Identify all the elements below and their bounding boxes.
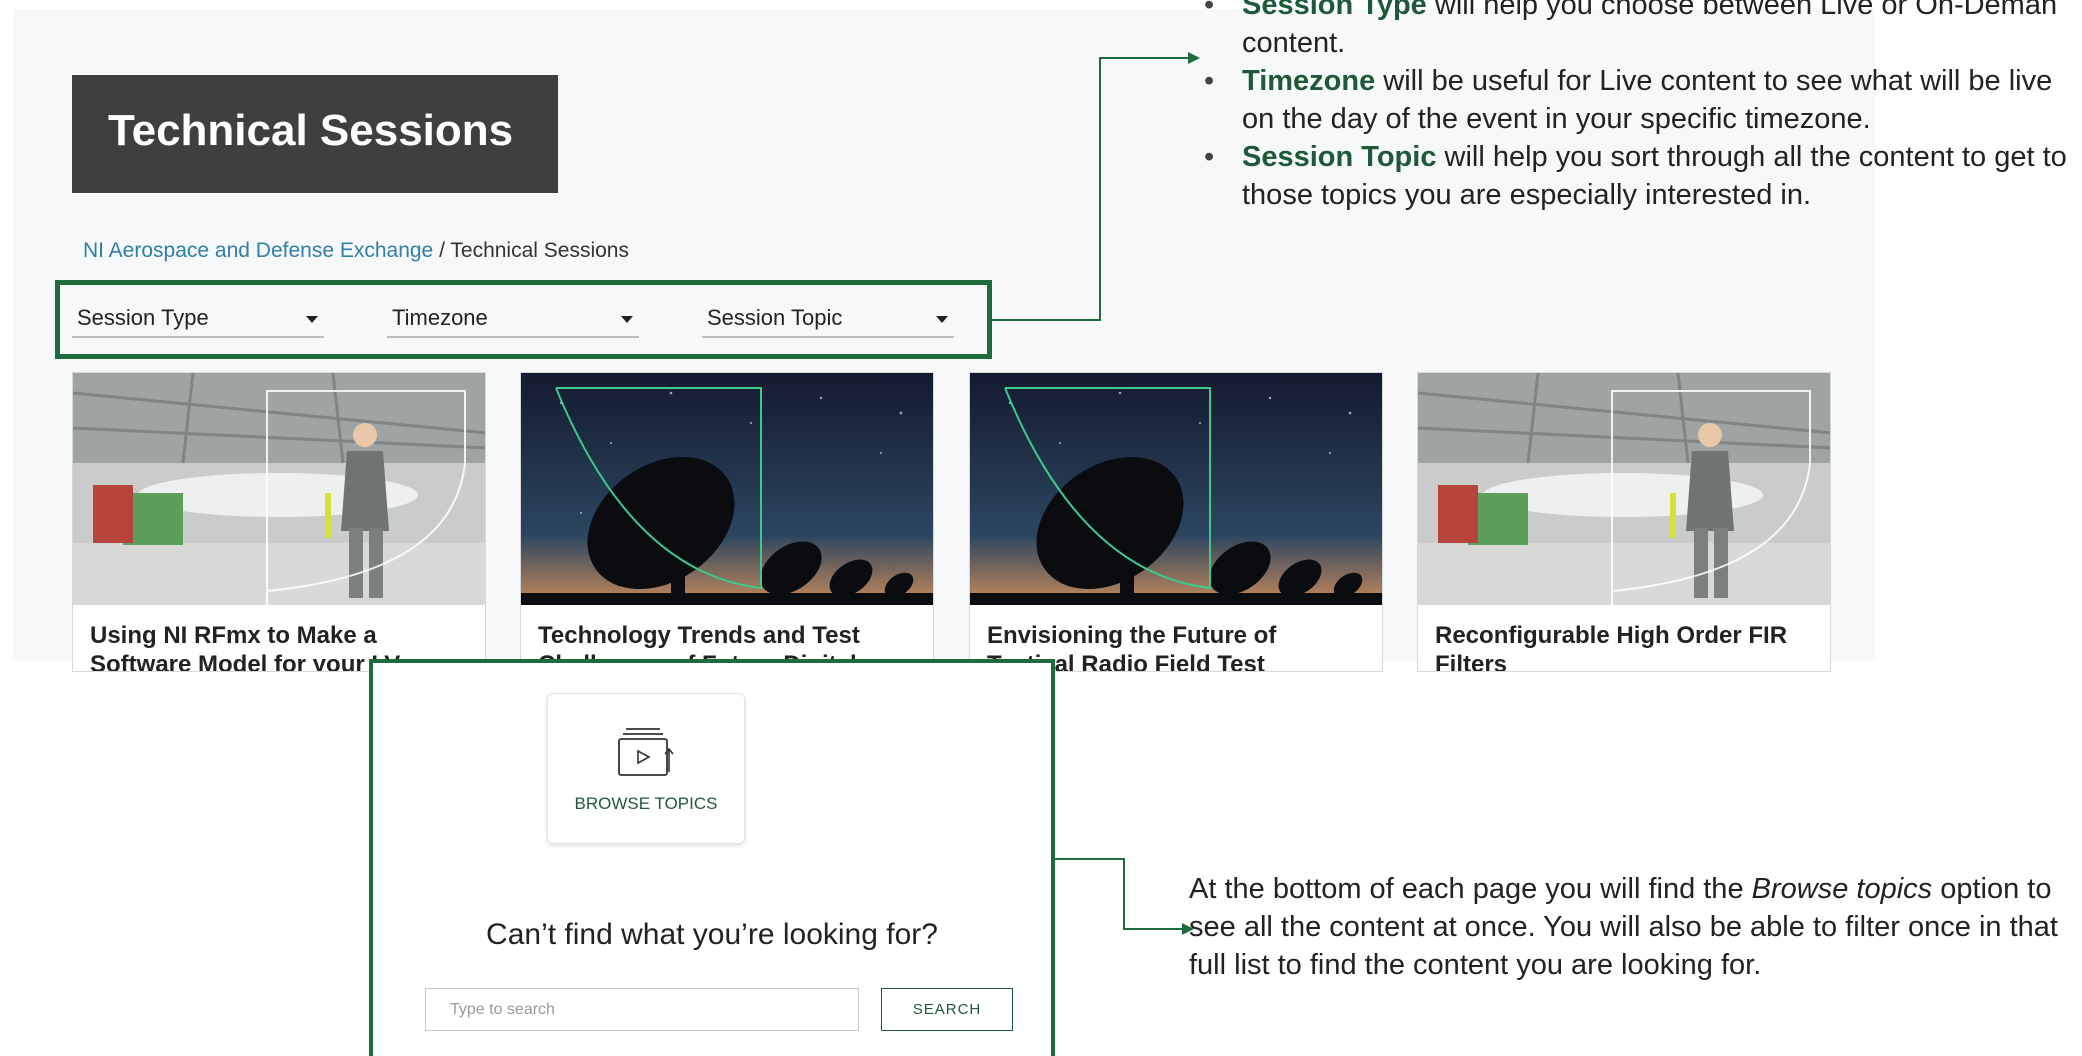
annotation-timezone: Timezone will be useful for Live content… (1204, 62, 2074, 138)
annotation-session-type: Session Type will help you choose betwee… (1204, 0, 2074, 62)
filters-annotation: Session Type will help you choose betwee… (1204, 0, 2074, 214)
browse-annotation: At the bottom of each page you will find… (1189, 873, 2058, 981)
annotation-session-topic: Session Topic will help you sort through… (1204, 138, 2074, 214)
arrow-head-icon (1188, 52, 1200, 64)
